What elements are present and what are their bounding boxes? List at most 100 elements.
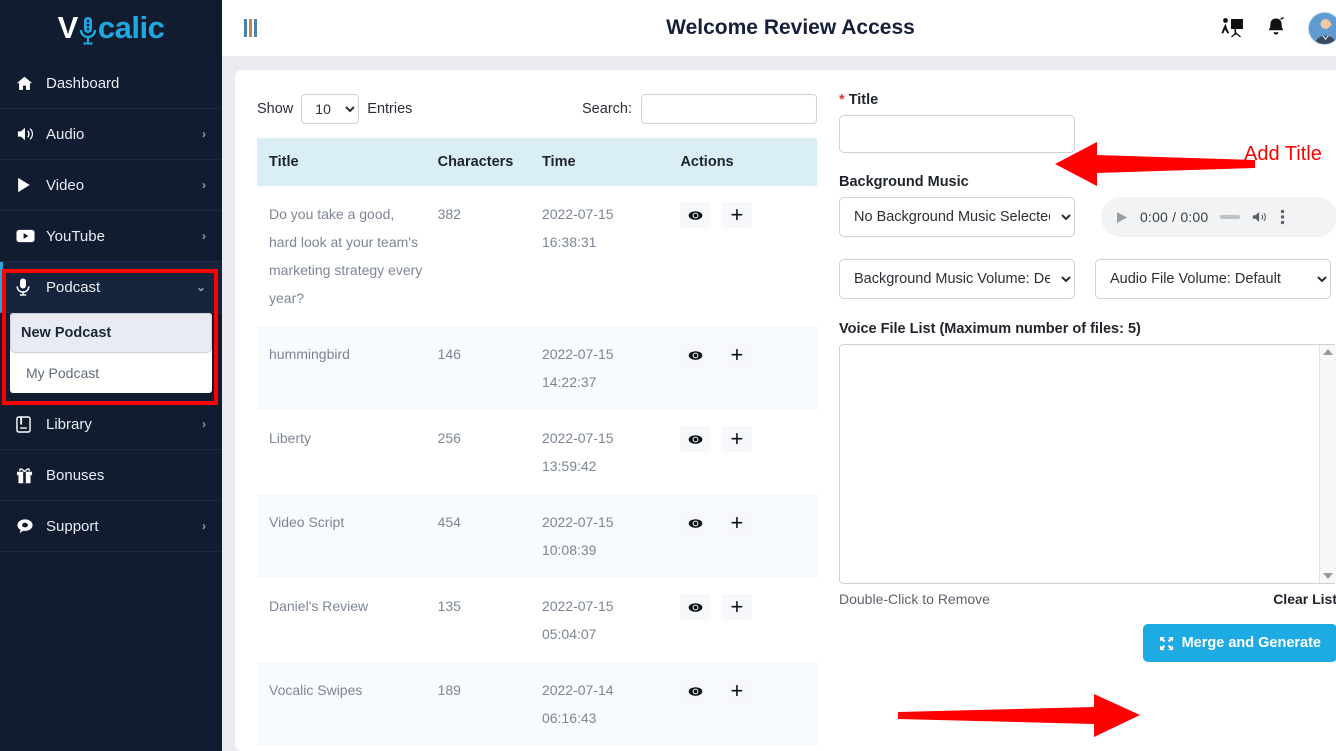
page-length-select[interactable]: 10 [301,94,360,124]
merge-and-generate-label: Merge and Generate [1181,635,1321,651]
table-controls: Show 10 Entries Search: [257,90,817,128]
table-row[interactable]: demo vocalic 123 2022-07-13 [257,746,817,751]
cell-date: 2022-07-15 [541,346,614,362]
search-input[interactable] [641,94,817,124]
background-music-select[interactable]: No Background Music Selected [839,197,1075,237]
sidebar-item-label: Video [46,176,85,194]
cell-title: demo vocalic [257,746,426,751]
plus-icon[interactable]: + [721,678,753,704]
cell-characters: 256 [437,430,461,446]
search-label: Search: [582,101,632,117]
voice-file-list-label: Voice File List (Maximum number of files… [839,321,1141,337]
volume-icon[interactable] [1252,210,1268,224]
gift-icon [16,467,38,484]
player-time: 0:00 / 0:00 [1140,209,1209,225]
audio-player[interactable]: 0:00 / 0:00 [1101,197,1336,237]
cell-time: 2022-07-15 14:22:37 [530,326,668,410]
plus-icon[interactable]: + [721,426,753,452]
column-header-characters[interactable]: Characters [425,138,530,186]
column-header-title[interactable]: Title [257,138,426,186]
eye-icon[interactable] [680,594,712,620]
sidebar-item-audio[interactable]: Audio › [0,109,222,160]
cell-clock: 16:38:31 [541,234,597,250]
podcast-submenu: New Podcast My Podcast [10,313,212,393]
sidebar-item-library[interactable]: Library › [0,399,222,450]
background-music-label: Background Music [839,174,969,190]
audio-file-volume-select[interactable]: Audio File Volume: Default [1095,259,1331,299]
plus-icon[interactable]: + [721,202,753,228]
sidebar-item-label: Support [46,517,99,535]
table-row[interactable]: Vocalic Swipes 189 2022-07-14 06:16:43 + [257,662,817,746]
user-avatar[interactable] [1308,11,1336,45]
submenu-item-label: My Podcast [26,365,100,381]
sidebar-item-youtube[interactable]: YouTube › [0,211,222,262]
table-row[interactable]: Daniel's Review 135 2022-07-15 05:04:07 [257,578,817,662]
eye-icon[interactable] [680,678,712,704]
table-row[interactable]: hummingbird 146 2022-07-15 14:22:37 + [257,326,817,410]
podcast-card: Show 10 Entries Search: Title Characters… [235,70,1336,751]
microphone-logo-icon [78,13,98,45]
sidebar-item-bonuses[interactable]: Bonuses [0,450,222,501]
cell-date: 2022-07-15 [541,206,614,222]
main-region: Welcome Review Access Show 10 Entries Se… [222,0,1336,751]
cell-actions: + [668,746,817,751]
cell-clock: 10:08:39 [541,542,597,558]
cell-actions: + [668,494,817,578]
submenu-item-label: New Podcast [21,325,112,341]
cell-title: Video Script [269,514,345,530]
table-row[interactable]: Do you take a good, hard look at your te… [257,186,817,326]
background-music-volume-select[interactable]: Background Music Volume: Default [839,259,1075,299]
background-music-row: No Background Music Selected 0:00 / 0:00 [839,197,1336,237]
compress-arrows-icon [1159,636,1174,651]
eye-icon[interactable] [680,342,712,368]
title-field-label: * Title [839,92,1336,108]
submenu-item-my-podcast[interactable]: My Podcast [10,353,212,393]
scroll-up-icon[interactable] [1323,349,1333,355]
plus-icon[interactable]: + [721,342,753,368]
chevron-icon: › [202,417,206,431]
voice-list-footer: Double-Click to Remove Clear List [839,591,1336,607]
column-header-time[interactable]: Time [529,138,669,186]
bell-icon[interactable] [1266,17,1286,39]
chevron-icon: › [202,178,206,192]
sidebar-item-label: Podcast [46,278,101,296]
clear-list-button[interactable]: Clear List [1273,591,1336,607]
cell-actions: + [668,578,817,662]
cell-actions: + [668,410,817,494]
support-icon [16,518,38,534]
kebab-menu-icon[interactable] [1280,209,1285,225]
cell-actions: + [668,662,817,746]
plus-icon[interactable]: + [721,510,753,536]
sidebar-item-support[interactable]: Support › [0,501,222,552]
cell-title: Daniel's Review [269,598,369,614]
merge-and-generate-button[interactable]: Merge and Generate [1142,624,1336,662]
required-marker: * [839,92,845,108]
submenu-item-new-podcast[interactable]: New Podcast [10,313,212,353]
training-icon[interactable] [1220,17,1244,39]
cell-characters: 454 [437,514,461,530]
sidebar-item-video[interactable]: Video › [0,160,222,211]
title-input[interactable] [839,115,1075,153]
brand-name-before: V [57,10,79,45]
voice-file-list[interactable] [839,344,1336,584]
voice-list-scrollbar[interactable] [1319,345,1336,583]
table-row[interactable]: Liberty 256 2022-07-15 13:59:42 + [257,410,817,494]
cell-date: 2022-07-15 [541,430,614,446]
sidebar-item-dashboard[interactable]: Dashboard [0,58,222,109]
eye-icon[interactable] [680,510,712,536]
play-icon[interactable] [1115,211,1128,224]
player-progress-bar[interactable] [1220,215,1241,219]
brand-logo[interactable]: Vcalic [0,0,222,56]
collapse-sidebar-icon[interactable] [244,17,264,39]
eye-icon[interactable] [680,426,712,452]
scroll-down-icon[interactable] [1323,573,1333,579]
sidebar-item-label: Audio [46,125,85,143]
eye-icon[interactable] [680,202,712,228]
cell-characters: 382 [437,206,461,222]
plus-icon[interactable]: + [721,594,753,620]
cell-time: 2022-07-15 16:38:31 [530,186,668,326]
cell-characters: 146 [437,346,461,362]
sidebar-item-podcast[interactable]: Podcast ⌄ [0,262,222,313]
column-header-actions: Actions [668,138,817,186]
table-row[interactable]: Video Script 454 2022-07-15 10:08:39 + [257,494,817,578]
